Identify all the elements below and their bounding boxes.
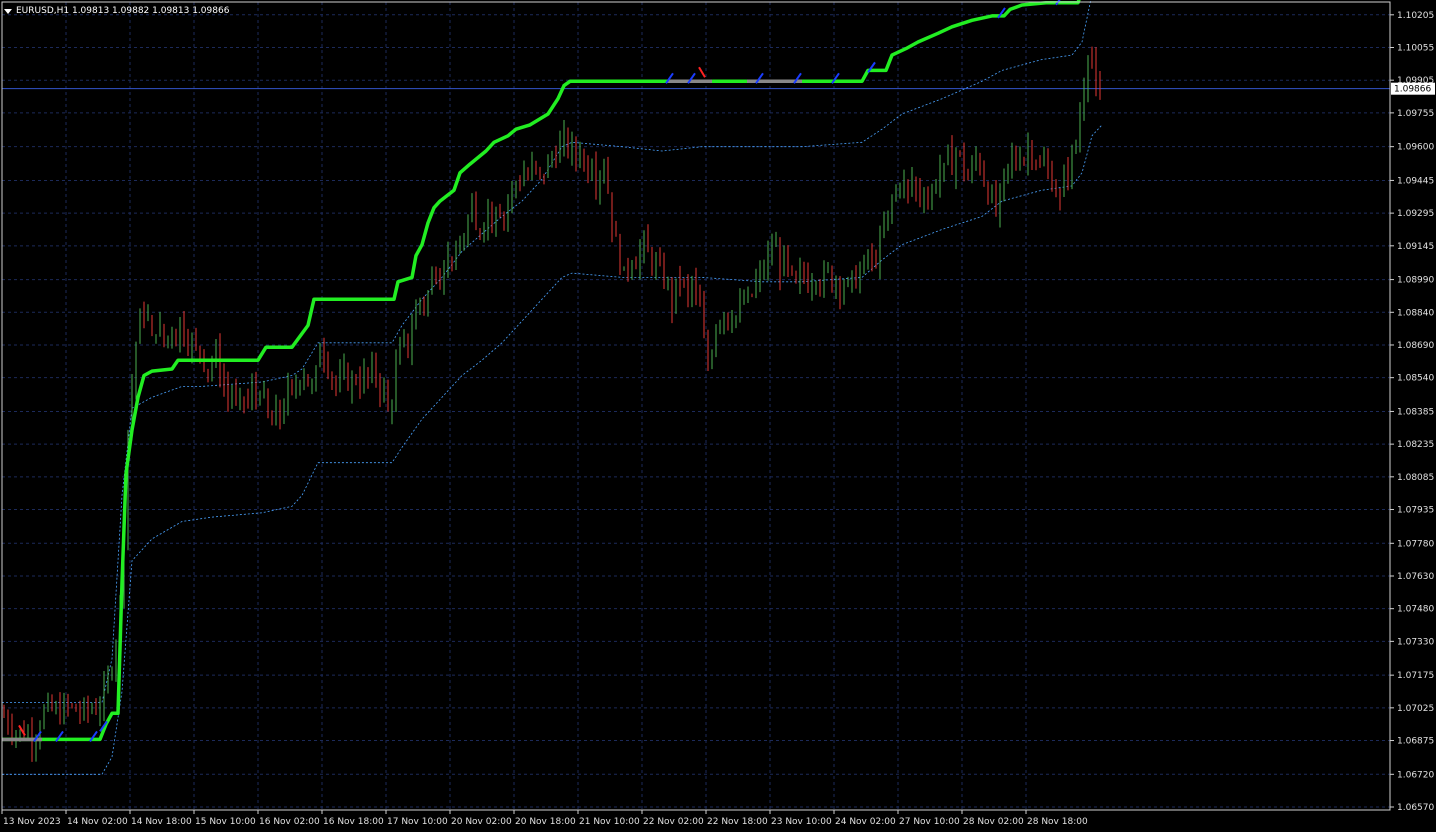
- y-tick-label: 1.09600: [1397, 143, 1434, 153]
- x-tick-label: 20 Nov 02:00: [451, 817, 512, 827]
- y-tick-label: 1.07175: [1397, 671, 1434, 681]
- y-tick-label: 1.09755: [1397, 109, 1434, 119]
- y-tick-label: 1.06875: [1397, 737, 1434, 747]
- y-tick-label: 1.08235: [1397, 440, 1434, 450]
- y-tick-label: 1.08540: [1397, 374, 1434, 384]
- y-tick-label: 1.08840: [1397, 308, 1434, 318]
- collapse-arrow-icon[interactable]: [4, 8, 12, 14]
- x-tick-label: 20 Nov 18:00: [515, 817, 576, 827]
- y-tick-label: 1.06570: [1397, 803, 1434, 813]
- y-tick-label: 1.08085: [1397, 473, 1434, 483]
- symbol-info-bar: EURUSD,H1 1.09813 1.09882 1.09813 1.0986…: [4, 4, 229, 18]
- x-tick-label: 16 Nov 02:00: [259, 817, 320, 827]
- x-tick-label: 28 Nov 18:00: [1027, 817, 1088, 827]
- y-tick-label: 1.08690: [1397, 341, 1434, 351]
- x-tick-label: 15 Nov 10:00: [195, 817, 256, 827]
- x-tick-label: 14 Nov 02:00: [67, 817, 128, 827]
- y-tick-label: 1.07330: [1397, 637, 1434, 647]
- y-tick-label: 1.07025: [1397, 704, 1434, 714]
- current-price-label: 1.09866: [1394, 85, 1431, 95]
- x-tick-label: 22 Nov 18:00: [707, 817, 768, 827]
- x-tick-label: 28 Nov 02:00: [963, 817, 1024, 827]
- y-tick-label: 1.09445: [1397, 176, 1434, 186]
- y-tick-label: 1.09145: [1397, 242, 1434, 252]
- x-tick-label: 17 Nov 10:00: [387, 817, 448, 827]
- x-tick-label: 13 Nov 2023: [3, 817, 61, 827]
- y-tick-label: 1.08990: [1397, 276, 1434, 286]
- y-tick-label: 1.10205: [1397, 11, 1434, 21]
- chart-background: [0, 0, 1436, 832]
- price-chart[interactable]: 1.102051.100551.099051.097551.096001.094…: [0, 0, 1436, 832]
- x-tick-label: 21 Nov 10:00: [579, 817, 640, 827]
- y-tick-label: 1.07935: [1397, 506, 1434, 516]
- x-tick-label: 16 Nov 18:00: [323, 817, 384, 827]
- x-tick-label: 27 Nov 10:00: [899, 817, 960, 827]
- chart-area[interactable]: 1.10205 1.10055 1.09905 1.09755 1.09600 1.094…: [0, 0, 1436, 832]
- x-tick-label: 24 Nov 02:00: [835, 817, 896, 827]
- y-tick-label: 1.09295: [1397, 209, 1434, 219]
- y-tick-label: 1.07780: [1397, 539, 1434, 549]
- y-tick-label: 1.06720: [1397, 770, 1434, 780]
- y-tick-label: 1.07630: [1397, 572, 1434, 582]
- x-tick-label: 23 Nov 10:00: [771, 817, 832, 827]
- x-tick-label: 14 Nov 18:00: [131, 817, 192, 827]
- y-tick-label: 1.08385: [1397, 407, 1434, 417]
- x-tick-label: 22 Nov 02:00: [643, 817, 704, 827]
- y-tick-label: 1.07480: [1397, 605, 1434, 615]
- symbol-ohlc-text: EURUSD,H1 1.09813 1.09882 1.09813 1.0986…: [16, 6, 230, 16]
- y-tick-label: 1.10055: [1397, 43, 1434, 53]
